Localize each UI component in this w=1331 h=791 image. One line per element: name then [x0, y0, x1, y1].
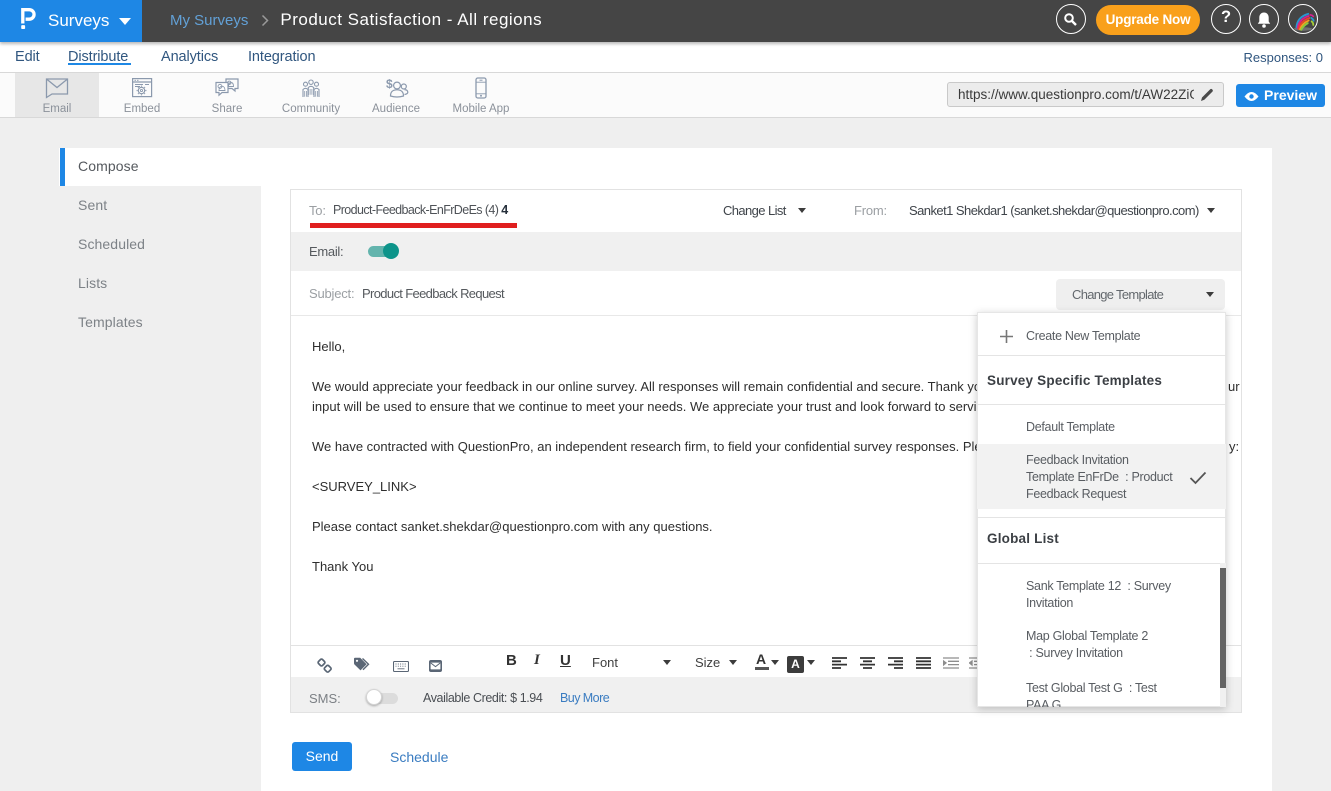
svg-text:$: $ [386, 77, 393, 91]
